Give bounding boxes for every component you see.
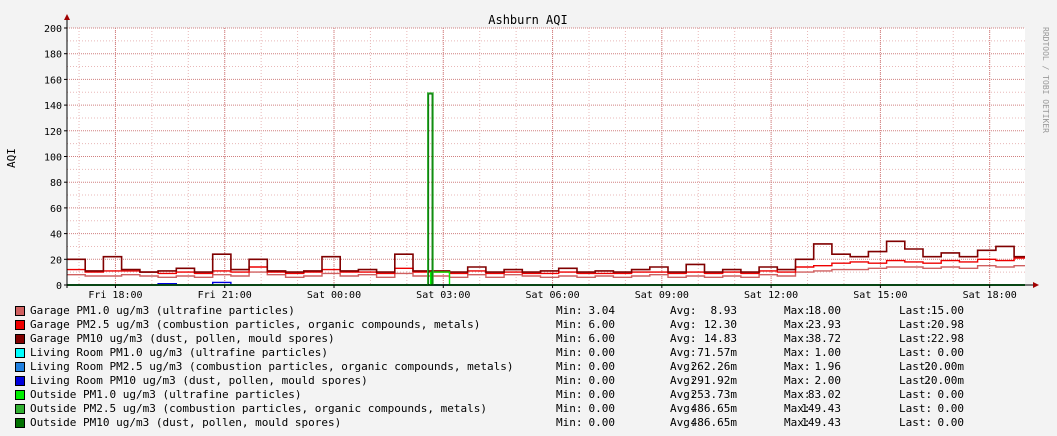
legend-max-value: 2.00 bbox=[814, 374, 842, 387]
x-tick-label: Fri 18:00 bbox=[88, 290, 142, 300]
y-tick-label: 80 bbox=[50, 178, 62, 189]
legend-max-value: 149.43 bbox=[801, 416, 841, 429]
legend-min-value: 0.00 bbox=[588, 416, 616, 429]
legend-last-value: 15.00 bbox=[930, 304, 964, 317]
legend-row: Outside PM2.5 ug/m3 (combustion particle… bbox=[15, 402, 1045, 416]
legend-row: Garage PM1.0 ug/m3 (ultrafine particles)… bbox=[15, 304, 1045, 318]
legend-swatch bbox=[15, 404, 25, 414]
x-tick-label: Sat 06:00 bbox=[525, 290, 579, 300]
legend-last-value: 0.00 bbox=[937, 402, 965, 415]
legend-last-value: 20.00m bbox=[924, 360, 964, 373]
x-tick-label: Sat 03:00 bbox=[416, 290, 470, 300]
legend-last-value: 20.98 bbox=[930, 318, 964, 331]
aqi-chart: Ashburn AQI AQI RRDTOOL / TOBI OETIKER 0… bbox=[5, 13, 1050, 301]
legend-series-name: Garage PM1.0 ug/m3 (ultrafine particles) bbox=[30, 304, 295, 317]
legend-max-value: 1.96 bbox=[814, 360, 842, 373]
legend-row: Garage PM2.5 ug/m3 (combustion particles… bbox=[15, 318, 1045, 332]
legend-avg-value: 262.26m bbox=[690, 360, 737, 373]
y-axis-label: AQI bbox=[5, 148, 18, 168]
legend-min-value: 0.00 bbox=[588, 388, 616, 401]
legend-last-value: 20.00m bbox=[924, 374, 964, 387]
y-tick-label: 160 bbox=[44, 75, 62, 86]
legend-max-value: 1.00 bbox=[814, 346, 842, 359]
legend-max-value: 83.02 bbox=[807, 388, 841, 401]
legend-series-name: Living Room PM2.5 ug/m3 (combustion part… bbox=[30, 360, 514, 373]
legend-avg-value: 253.73m bbox=[690, 388, 737, 401]
legend-row: Outside PM1.0 ug/m3 (ultrafine particles… bbox=[15, 388, 1045, 402]
legend-last-value: 22.98 bbox=[930, 332, 964, 345]
legend-last-value: 0.00 bbox=[937, 388, 965, 401]
y-tick-label: 60 bbox=[50, 204, 62, 215]
legend-min-value: 3.04 bbox=[588, 304, 616, 317]
legend-swatch bbox=[15, 306, 25, 316]
x-tick-label: Fri 21:00 bbox=[198, 290, 252, 300]
legend-row: Living Room PM2.5 ug/m3 (combustion part… bbox=[15, 360, 1045, 374]
legend-row: Living Room PM10 ug/m3 (dust, pollen, mo… bbox=[15, 374, 1045, 388]
legend-last-value: 0.00 bbox=[937, 346, 965, 359]
legend-row: Living Room PM1.0 ug/m3 (ultrafine parti… bbox=[15, 346, 1045, 360]
legend-swatch bbox=[15, 320, 25, 330]
legend-swatch bbox=[15, 362, 25, 372]
legend-series-name: Garage PM2.5 ug/m3 (combustion particles… bbox=[30, 318, 481, 331]
legend-last-value: 0.00 bbox=[937, 416, 965, 429]
legend-min-value: 0.00 bbox=[588, 360, 616, 373]
legend-avg-value: 486.65m bbox=[690, 416, 737, 429]
y-tick-labels: 0 20 40 60 80 100 120 140 160 180 200 bbox=[44, 24, 62, 292]
legend-max-value: 23.93 bbox=[807, 318, 841, 331]
legend-swatch bbox=[15, 390, 25, 400]
legend-series-name: Outside PM10 ug/m3 (dust, pollen, mould … bbox=[30, 416, 342, 429]
legend-avg-value: 14.83 bbox=[703, 332, 737, 345]
rrd-graph: Ashburn AQI AQI RRDTOOL / TOBI OETIKER 0… bbox=[0, 0, 1057, 436]
legend-max-value: 18.00 bbox=[807, 304, 841, 317]
legend-avg-value: 12.30 bbox=[703, 318, 737, 331]
y-tick-label: 200 bbox=[44, 24, 62, 35]
y-tick-label: 140 bbox=[44, 101, 62, 112]
legend-swatch bbox=[15, 348, 25, 358]
legend-avg-value: 8.93 bbox=[710, 304, 738, 317]
legend-min-value: 6.00 bbox=[588, 332, 616, 345]
legend-max-value: 149.43 bbox=[801, 402, 841, 415]
legend-swatch bbox=[15, 376, 25, 386]
legend-avg-value: 71.57m bbox=[697, 346, 737, 359]
legend-swatch bbox=[15, 418, 25, 428]
x-tick-labels: Fri 18:00 Fri 21:00 Sat 00:00 Sat 03:00 Sat … bbox=[88, 290, 1017, 301]
legend-avg-value: 486.65m bbox=[690, 402, 737, 415]
legend-row: Garage PM10 ug/m3 (dust, pollen, mould s… bbox=[15, 332, 1045, 346]
x-tick-label: Sat 18:00 bbox=[963, 290, 1017, 300]
legend-min-value: 0.00 bbox=[588, 346, 616, 359]
legend-min-value: 0.00 bbox=[588, 402, 616, 415]
x-tick-label: Sat 15:00 bbox=[853, 290, 907, 300]
legend: Garage PM1.0 ug/m3 (ultrafine particles)… bbox=[15, 304, 1045, 430]
x-tick-label: Sat 12:00 bbox=[744, 290, 798, 300]
y-tick-label: 100 bbox=[44, 153, 62, 164]
legend-min-value: 6.00 bbox=[588, 318, 616, 331]
legend-avg-value: 291.92m bbox=[690, 374, 737, 387]
legend-min-value: 0.00 bbox=[588, 374, 616, 387]
legend-swatch bbox=[15, 334, 25, 344]
x-axis-arrow bbox=[1033, 282, 1039, 288]
legend-series-name: Outside PM1.0 ug/m3 (ultrafine particles… bbox=[30, 388, 302, 401]
y-tick-label: 40 bbox=[50, 230, 62, 241]
y-tick-label: 0 bbox=[56, 281, 62, 292]
legend-series-name: Garage PM10 ug/m3 (dust, pollen, mould s… bbox=[30, 332, 335, 345]
watermark: RRDTOOL / TOBI OETIKER bbox=[1041, 27, 1050, 133]
legend-series-name: Living Room PM10 ug/m3 (dust, pollen, mo… bbox=[30, 374, 368, 387]
legend-row: Outside PM10 ug/m3 (dust, pollen, mould … bbox=[15, 416, 1045, 430]
x-tick-label: Sat 09:00 bbox=[635, 290, 689, 300]
y-tick-label: 180 bbox=[44, 50, 62, 61]
legend-series-name: Living Room PM1.0 ug/m3 (ultrafine parti… bbox=[30, 346, 329, 359]
legend-series-name: Outside PM2.5 ug/m3 (combustion particle… bbox=[30, 402, 487, 415]
x-tick-label: Sat 00:00 bbox=[307, 290, 361, 300]
legend-max-value: 38.72 bbox=[807, 332, 841, 345]
y-axis-arrow bbox=[64, 14, 70, 20]
y-tick-label: 20 bbox=[50, 255, 62, 266]
chart-title: Ashburn AQI bbox=[488, 13, 567, 27]
y-tick-label: 120 bbox=[44, 127, 62, 138]
